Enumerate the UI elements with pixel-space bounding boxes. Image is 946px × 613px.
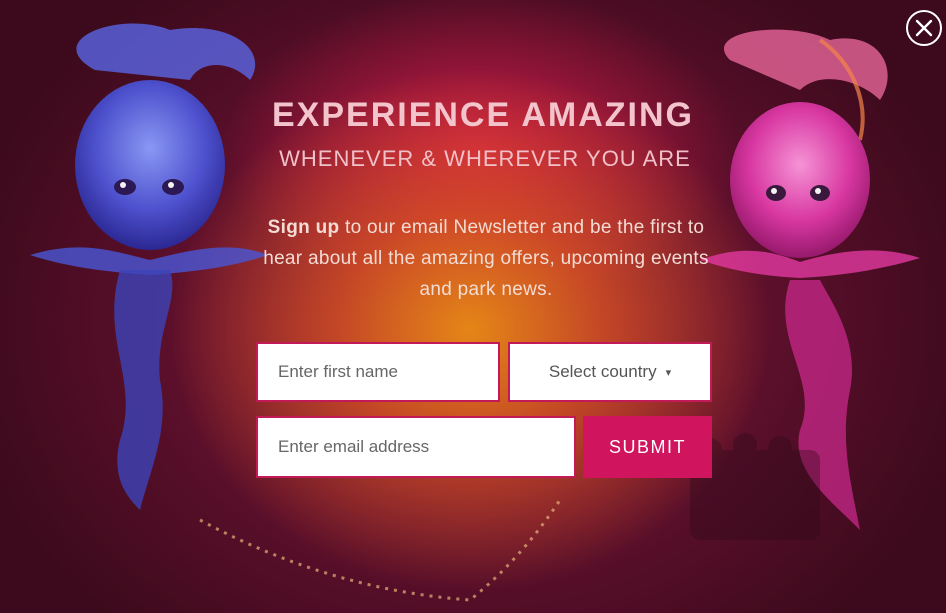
first-name-input[interactable] bbox=[258, 344, 498, 400]
country-select[interactable]: Select country ▾ bbox=[508, 342, 712, 402]
signup-bold-text: Sign up bbox=[267, 217, 340, 238]
newsletter-popup: EXPERIENCE AMAZING WHENEVER & WHEREVER Y… bbox=[0, 0, 946, 613]
close-icon bbox=[915, 19, 933, 37]
close-button[interactable] bbox=[906, 10, 942, 46]
email-input[interactable] bbox=[258, 418, 574, 476]
first-name-field-wrapper bbox=[256, 342, 500, 402]
newsletter-description: Sign up to our email Newsletter and be t… bbox=[258, 212, 714, 305]
chevron-down-icon: ▾ bbox=[665, 366, 672, 379]
popup-headline: EXPERIENCE AMAZING bbox=[271, 96, 694, 134]
popup-subheadline: WHENEVER & WHEREVER YOU ARE bbox=[279, 146, 691, 171]
background-artwork bbox=[30, 23, 920, 602]
submit-button[interactable]: SUBMIT bbox=[583, 416, 712, 478]
email-field-wrapper bbox=[256, 416, 576, 478]
country-select-label: Select country bbox=[548, 362, 657, 381]
